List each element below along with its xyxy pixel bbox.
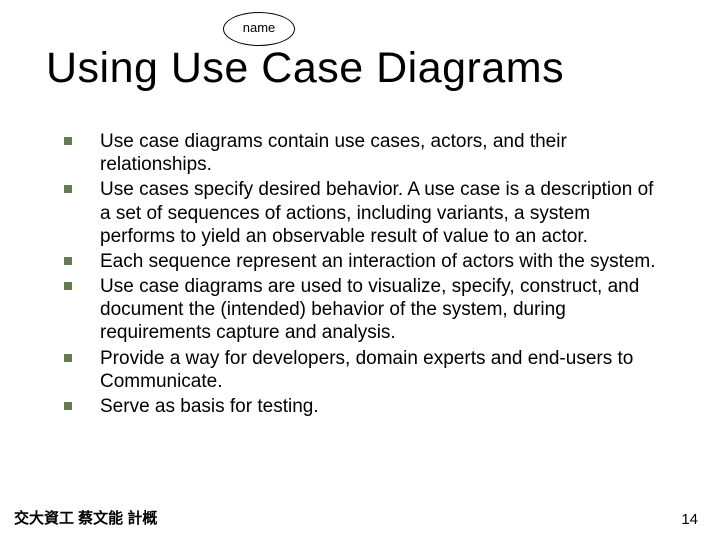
bullet-text: Each sequence represent an interaction o… <box>100 251 656 272</box>
slide-title: Using Use Case Diagrams <box>46 44 564 93</box>
bullet-square-icon <box>64 282 72 290</box>
slide: name Using Use Case Diagrams Use case di… <box>0 0 720 540</box>
bullet-text: Use case diagrams are used to visualize,… <box>100 276 639 343</box>
list-item: Serve as basis for testing. <box>60 395 660 418</box>
page-number: 14 <box>681 511 698 528</box>
slide-body: Use case diagrams contain use cases, act… <box>60 130 660 420</box>
bullet-square-icon <box>64 402 72 410</box>
list-item: Use cases specify desired behavior. A us… <box>60 178 660 248</box>
bullet-list: Use case diagrams contain use cases, act… <box>60 130 660 418</box>
bullet-text: Use case diagrams contain use cases, act… <box>100 131 567 175</box>
bullet-text: Use cases specify desired behavior. A us… <box>100 179 653 246</box>
bullet-square-icon <box>64 257 72 265</box>
bullet-square-icon <box>64 354 72 362</box>
bullet-square-icon <box>64 185 72 193</box>
list-item: Provide a way for developers, domain exp… <box>60 347 660 393</box>
name-callout-oval: name <box>223 12 295 46</box>
bullet-text: Serve as basis for testing. <box>100 396 319 417</box>
list-item: Use case diagrams are used to visualize,… <box>60 275 660 345</box>
footer-left-text: 交大資工 蔡文能 計概 <box>14 507 157 528</box>
bullet-text: Provide a way for developers, domain exp… <box>100 348 633 392</box>
list-item: Use case diagrams contain use cases, act… <box>60 130 660 176</box>
bullet-square-icon <box>64 137 72 145</box>
list-item: Each sequence represent an interaction o… <box>60 250 660 273</box>
